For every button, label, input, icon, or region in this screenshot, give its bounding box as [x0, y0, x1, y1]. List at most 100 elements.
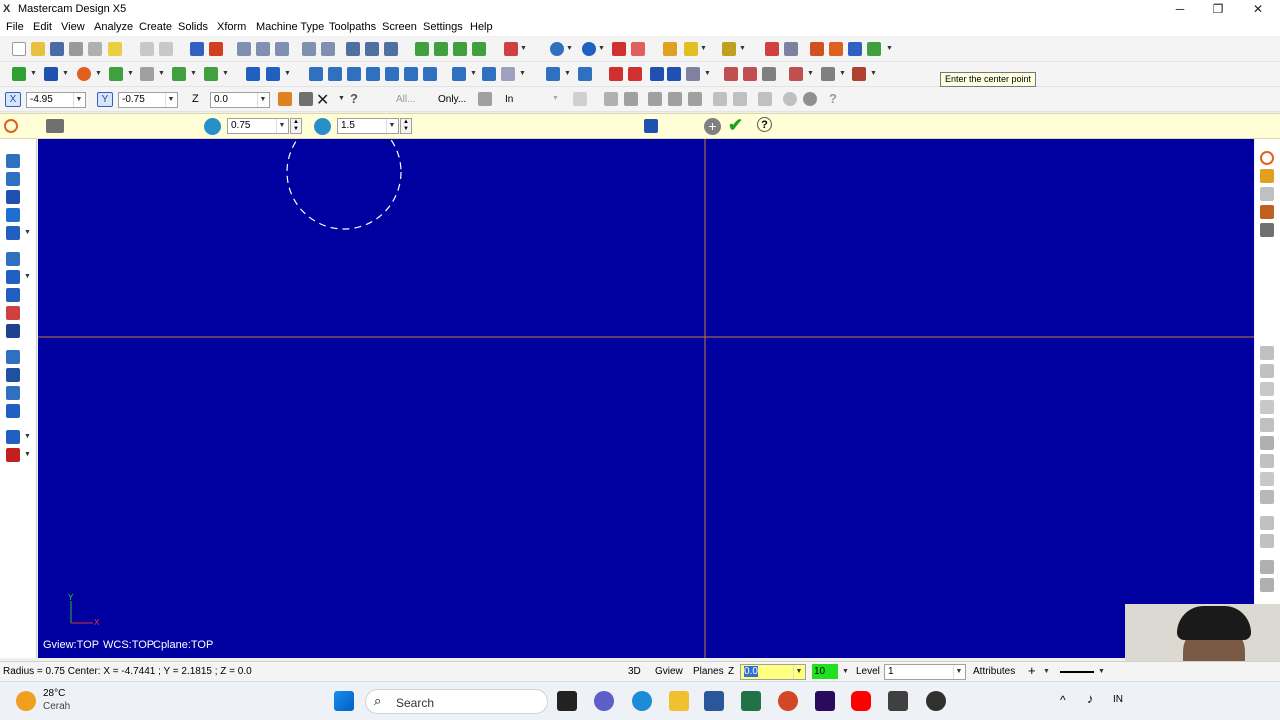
run-icon[interactable]	[829, 42, 843, 56]
left-tool-1-icon[interactable]	[6, 154, 20, 168]
ops-icon[interactable]	[867, 42, 881, 56]
menu-file[interactable]: File	[6, 21, 24, 33]
tool-icon[interactable]	[852, 67, 866, 81]
menu-xform[interactable]: Xform	[217, 21, 246, 33]
right-tool-1-icon[interactable]	[1260, 346, 1274, 360]
x-input[interactable]: -4.95 ▼	[26, 92, 86, 108]
x-dropdown-icon[interactable]: ▼	[73, 93, 84, 107]
left-tool-10-icon[interactable]	[6, 324, 20, 338]
windows-start-icon[interactable]	[334, 691, 354, 711]
stock-icon[interactable]	[762, 67, 776, 81]
z-depth-dropdown-icon[interactable]: ▼	[793, 665, 804, 679]
print-icon[interactable]	[69, 42, 83, 56]
mill-face-icon[interactable]	[667, 67, 681, 81]
fillet-icon[interactable]	[109, 67, 123, 81]
color-dropdown-icon[interactable]: ▼	[842, 665, 849, 679]
chat-icon[interactable]	[594, 691, 614, 711]
menu-settings[interactable]: Settings	[423, 21, 463, 33]
wand-icon[interactable]	[684, 42, 698, 56]
zoom-out-icon[interactable]	[321, 42, 335, 56]
dim-dropdown-icon[interactable]: ▼	[564, 67, 571, 81]
x-label[interactable]: X	[5, 92, 21, 107]
shape-icon[interactable]	[204, 67, 218, 81]
vector-select-icon[interactable]	[688, 92, 702, 106]
menu-create[interactable]: Create	[139, 21, 172, 33]
y-dropdown-icon[interactable]: ▼	[165, 93, 176, 107]
mastercam-icon[interactable]	[888, 691, 908, 711]
minimize-button[interactable]: ─	[1160, 1, 1200, 18]
right-pencil-icon[interactable]	[1260, 169, 1274, 183]
analyze-icon[interactable]	[578, 67, 592, 81]
right-tool-4-icon[interactable]	[1260, 400, 1274, 414]
excel-icon[interactable]	[741, 691, 761, 711]
wand-dropdown-icon[interactable]: ▼	[700, 42, 707, 56]
left-tool-5-icon[interactable]	[6, 226, 20, 240]
help-context-icon[interactable]	[765, 42, 779, 56]
open-file-icon[interactable]	[31, 42, 45, 56]
xform-offset-icon[interactable]	[385, 67, 399, 81]
menu-solids[interactable]: Solids	[178, 21, 208, 33]
xform-translate-icon[interactable]	[309, 67, 323, 81]
left-tool-8-icon[interactable]	[6, 288, 20, 302]
y-input[interactable]: -0.75 ▼	[118, 92, 178, 108]
menu-toolpaths[interactable]: Toolpaths	[329, 21, 376, 33]
close-button[interactable]: ✕	[1238, 1, 1278, 18]
new-file-icon[interactable]	[12, 42, 26, 56]
verify-select-icon[interactable]	[758, 92, 772, 106]
diameter-input[interactable]: 1.5 ▼	[337, 118, 399, 134]
break-dropdown-icon[interactable]: ▼	[284, 67, 291, 81]
language-indicator[interactable]: IN	[1113, 694, 1123, 705]
circle-dropdown-icon[interactable]: ▼	[95, 67, 102, 81]
mill-drill-icon[interactable]	[650, 67, 664, 81]
unzoom-icon[interactable]	[302, 42, 316, 56]
solid-select-icon[interactable]	[713, 92, 727, 106]
pencil-icon[interactable]	[663, 42, 677, 56]
point-style-dropdown-icon[interactable]: ▼	[1043, 665, 1050, 679]
xform-scale-icon[interactable]	[366, 67, 380, 81]
zoom-in-icon[interactable]	[275, 42, 289, 56]
edge-icon[interactable]	[632, 691, 652, 711]
fillet-dropdown-icon[interactable]: ▼	[127, 67, 134, 81]
left-tool-3-icon[interactable]	[6, 190, 20, 204]
radius-icon[interactable]	[204, 118, 221, 135]
settings-icon[interactable]	[478, 92, 492, 106]
taskbar-search[interactable]: ⌕ Search	[365, 689, 548, 714]
left-tool-5-dropdown-icon[interactable]: ▼	[24, 226, 31, 240]
left-tool-15-icon[interactable]	[6, 430, 20, 444]
backplot-icon[interactable]	[724, 67, 738, 81]
right-scissors-icon[interactable]	[1260, 223, 1274, 237]
file-explorer-icon[interactable]	[669, 691, 689, 711]
left-tool-14-icon[interactable]	[6, 404, 20, 418]
pan-icon[interactable]	[190, 42, 204, 56]
mill-surface-icon[interactable]	[686, 67, 700, 81]
youtube-icon[interactable]	[851, 691, 871, 711]
task-view-icon[interactable]	[557, 691, 577, 711]
mode-3d-button[interactable]: 3D	[628, 666, 641, 677]
left-tool-13-icon[interactable]	[6, 386, 20, 400]
step-icon[interactable]	[810, 42, 824, 56]
repaint-icon[interactable]	[209, 42, 223, 56]
y-label[interactable]: Y	[97, 92, 113, 107]
right-tool-9-icon[interactable]	[1260, 490, 1274, 504]
polygon-select-icon[interactable]	[668, 92, 682, 106]
right-tool-5-icon[interactable]	[1260, 418, 1274, 432]
break-icon[interactable]	[266, 67, 280, 81]
in-dropdown-icon[interactable]: ▼	[552, 92, 559, 106]
z-depth-input[interactable]: 0.0 ▼	[740, 664, 806, 680]
left-tool-9-icon[interactable]	[6, 306, 20, 320]
left-tool-16-dropdown-icon[interactable]: ▼	[24, 448, 31, 462]
radius-spinner[interactable]: ▲ ▼	[290, 118, 302, 134]
attributes-button[interactable]: Attributes	[973, 666, 1015, 677]
mill-dropdown-icon[interactable]: ▼	[704, 67, 711, 81]
cross-dropdown-icon[interactable]: ▼	[338, 92, 345, 106]
circle-icon[interactable]	[77, 67, 91, 81]
right-tool-8-icon[interactable]	[1260, 472, 1274, 486]
ok-icon[interactable]: ✔	[728, 115, 743, 136]
magic-icon[interactable]	[722, 42, 736, 56]
color-button[interactable]: 10	[812, 664, 838, 679]
save-icon[interactable]	[50, 42, 64, 56]
fit-icon[interactable]	[237, 42, 251, 56]
drag-dropdown-icon[interactable]: ▼	[470, 67, 477, 81]
diameter-icon[interactable]	[314, 118, 331, 135]
redo-icon[interactable]	[159, 42, 173, 56]
